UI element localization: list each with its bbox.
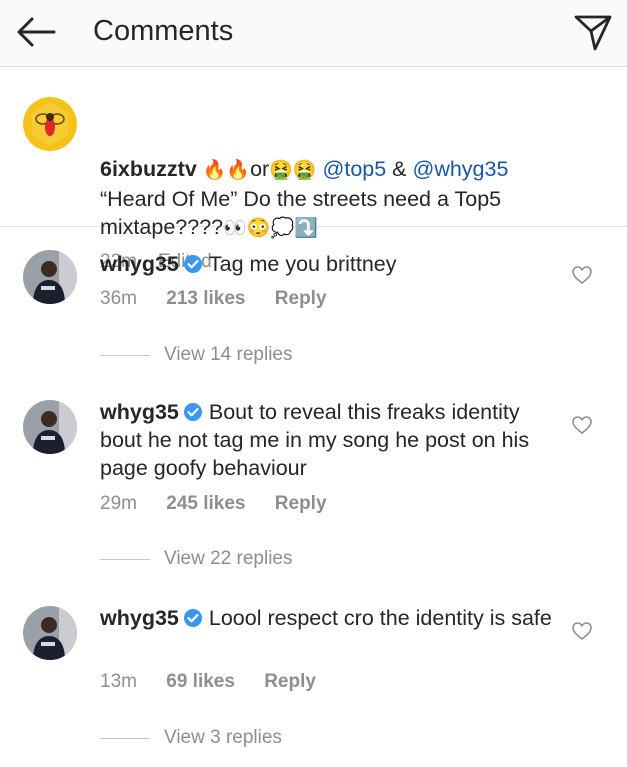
comment-text: Tag me you brittney (208, 252, 397, 276)
view-replies-button[interactable]: View 22 replies (100, 548, 293, 570)
reply-button[interactable]: Reply (275, 288, 327, 310)
user-avatar-icon (23, 400, 77, 454)
like-heart-icon[interactable] (571, 621, 593, 641)
comment-body: whyg35 Loool respect cro the identity is … (100, 604, 560, 632)
page-title: Comments (93, 15, 234, 47)
comment-username[interactable]: whyg35 (100, 606, 179, 630)
verified-badge-icon (183, 609, 202, 627)
post-caption: 6ixbuzztv 🔥🔥or🤮🤮 @top5 & @whyg35 “Heard … (0, 67, 627, 272)
user-avatar-icon (23, 606, 77, 660)
view-replies-label: View 3 replies (164, 727, 282, 748)
comment-time: 29m (100, 493, 137, 514)
likes-count[interactable]: 213 likes (166, 288, 245, 310)
likes-count[interactable]: 245 likes (166, 493, 245, 515)
avatar[interactable] (23, 606, 77, 660)
mention-top5[interactable]: @top5 (323, 157, 387, 181)
view-replies-label: View 14 replies (164, 344, 293, 365)
mention-whyg35[interactable]: @whyg35 (413, 157, 509, 181)
or-text: or (250, 157, 270, 181)
comment-username[interactable]: whyg35 (100, 400, 179, 424)
reply-button[interactable]: Reply (264, 671, 316, 693)
back-arrow-icon[interactable] (14, 14, 58, 50)
user-avatar-icon (23, 250, 77, 304)
fire-emoji: 🔥🔥 (202, 160, 251, 181)
comment-item: whyg35 Loool respect cro the identity is … (0, 582, 627, 767)
comment-meta: 13m 69 likes Reply (100, 671, 340, 693)
view-replies-button[interactable]: View 3 replies (100, 727, 282, 749)
verified-badge-icon (183, 403, 202, 421)
comment-meta: 29m 245 likes Reply (100, 493, 351, 515)
avatar[interactable] (23, 250, 77, 304)
verified-badge-icon (183, 255, 202, 273)
divider (100, 737, 150, 739)
divider (100, 354, 150, 356)
comment-item: whyg35 Bout to reveal this freaks identit… (0, 376, 627, 586)
comment-body: whyg35 Tag me you brittney (100, 250, 560, 278)
header-bar: Comments (0, 0, 627, 67)
comment-meta: 36m 213 likes Reply (100, 288, 351, 310)
comment-time: 36m (100, 288, 137, 309)
comment-item: whyg35 Tag me you brittney 36m 213 likes … (0, 226, 627, 386)
ampersand: & (386, 157, 413, 181)
vomit-emoji: 🤮🤮 (269, 160, 317, 181)
likes-count[interactable]: 69 likes (166, 671, 235, 693)
caption-username[interactable]: 6ixbuzztv (100, 157, 197, 181)
like-heart-icon[interactable] (571, 415, 593, 435)
bee-logo-icon (23, 97, 77, 151)
send-direct-icon[interactable] (573, 12, 613, 52)
avatar[interactable] (23, 400, 77, 454)
comment-username[interactable]: whyg35 (100, 252, 179, 276)
comment-body: whyg35 Bout to reveal this freaks identit… (100, 398, 560, 482)
view-replies-label: View 22 replies (164, 548, 293, 569)
divider (100, 558, 150, 560)
reply-button[interactable]: Reply (275, 493, 327, 515)
view-replies-button[interactable]: View 14 replies (100, 344, 293, 366)
like-heart-icon[interactable] (571, 265, 593, 285)
avatar[interactable] (23, 97, 77, 151)
comment-time: 13m (100, 671, 137, 692)
comment-text: Loool respect cro the identity is safe (208, 606, 552, 630)
